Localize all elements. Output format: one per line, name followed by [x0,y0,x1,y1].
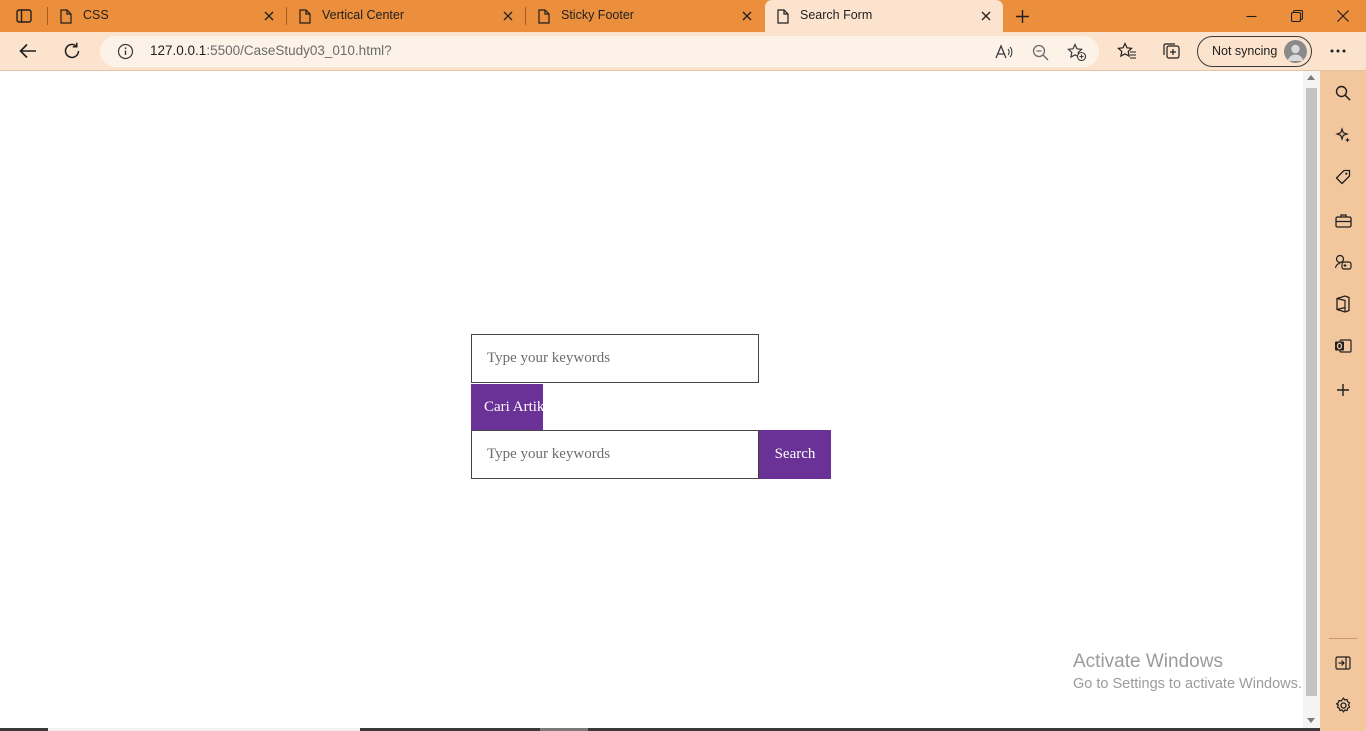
read-aloud-icon [995,44,1013,59]
url-text[interactable]: 127.0.0.1:5500/CaseStudy03_010.html? [150,43,392,58]
watermark-subtitle: Go to Settings to activate Windows. [1073,676,1302,692]
plus-icon [1015,9,1029,23]
page-icon [538,9,550,24]
page-icon [299,9,311,24]
sidebar-outlook-button[interactable] [1331,334,1355,358]
star-plus-icon [1066,43,1086,61]
zoom-out-icon [1032,44,1048,60]
close-icon[interactable] [263,10,275,22]
read-aloud-button[interactable] [994,42,1014,62]
scroll-up-arrow[interactable] [1307,75,1315,80]
avatar [1284,40,1307,63]
settings-more-button[interactable] [1324,38,1352,64]
plus-icon [1337,384,1349,396]
tab-title: Sticky Footer [561,8,634,22]
vertical-scrollbar[interactable] [1303,71,1320,728]
search-button-label: Search [774,446,816,462]
activate-windows-watermark: Activate Windows Go to Settings to activ… [1073,651,1302,695]
sidebar-games-button[interactable] [1331,250,1355,274]
more-icon [1330,49,1346,53]
tab-title: Search Form [800,8,873,22]
favorites-button[interactable] [1113,38,1141,64]
minimize-icon [1246,15,1256,17]
new-tab-button[interactable] [1010,5,1034,27]
sidebar-divider [1329,638,1357,639]
sidebar-tools-button[interactable] [1331,208,1355,232]
profile-button[interactable]: Not syncing [1197,36,1312,67]
add-favorite-button[interactable] [1066,42,1086,62]
close-icon [1337,10,1349,22]
cari-artikel-label: Cari Artikel [484,398,543,415]
cari-artikel-button[interactable]: Cari Artikel [471,384,543,430]
page-viewport: Cari Artikel Search [0,71,1303,728]
sidebar-add-button[interactable] [1331,378,1355,402]
search-input-1[interactable] [471,334,759,383]
tab-css[interactable]: CSS [48,0,286,32]
restore-icon [1291,10,1303,22]
collections-icon [1162,43,1180,59]
briefcase-icon [1334,213,1352,228]
sidebar-shopping-button[interactable] [1331,165,1355,189]
close-window-button[interactable] [1320,0,1366,32]
watermark-title: Activate Windows [1073,651,1223,672]
outlook-icon [1335,339,1352,353]
info-icon[interactable] [117,43,134,60]
zoom-out-button[interactable] [1030,42,1050,62]
office-icon [1336,295,1350,313]
games-icon [1334,254,1352,270]
search-button[interactable]: Search [759,430,831,479]
page-icon [60,9,72,24]
sparkle-icon [1335,127,1350,143]
collections-button[interactable] [1157,38,1185,64]
tab-sticky-footer[interactable]: Sticky Footer [526,0,764,32]
tab-strip: CSS Vertical Center Sticky Footer Search… [0,0,1366,32]
close-icon[interactable] [741,10,753,22]
url-host: 127.0.0.1 [150,43,207,58]
scrollbar-thumb[interactable] [1306,88,1317,696]
back-button[interactable] [14,38,42,64]
sidebar-discover-button[interactable] [1331,123,1355,147]
sidebar-search-button[interactable] [1331,81,1355,105]
refresh-button[interactable] [58,38,86,64]
sync-status-label: Not syncing [1212,44,1278,58]
close-icon[interactable] [502,10,514,22]
tab-title: CSS [83,8,109,22]
tab-actions-icon [16,9,32,23]
search-input-2[interactable] [471,430,759,479]
favorites-icon [1117,42,1136,59]
page-icon [777,9,789,24]
sidebar-office-button[interactable] [1331,292,1355,316]
tab-actions-button[interactable] [11,6,37,26]
refresh-icon [64,42,80,59]
address-bar[interactable]: 127.0.0.1:5500/CaseStudy03_010.html? [100,36,1099,67]
scroll-down-arrow[interactable] [1307,718,1315,723]
browser-toolbar: 127.0.0.1:5500/CaseStudy03_010.html? Not… [0,32,1366,71]
restore-button[interactable] [1274,0,1320,32]
collapse-panel-icon [1335,656,1351,670]
search-icon [1335,85,1351,101]
minimize-button[interactable] [1228,0,1274,32]
close-icon[interactable] [980,10,992,22]
gear-icon [1335,696,1350,713]
sidebar-hide-button[interactable] [1331,651,1355,675]
back-arrow-icon [19,43,36,59]
tab-vertical-center[interactable]: Vertical Center [287,0,525,32]
tab-search-form[interactable]: Search Form [765,0,1003,32]
tag-icon [1335,169,1351,185]
sidebar-settings-button[interactable] [1331,693,1355,717]
edge-sidebar [1320,71,1366,731]
url-path: :5500/CaseStudy03_010.html? [206,43,392,58]
tab-title: Vertical Center [322,8,404,22]
